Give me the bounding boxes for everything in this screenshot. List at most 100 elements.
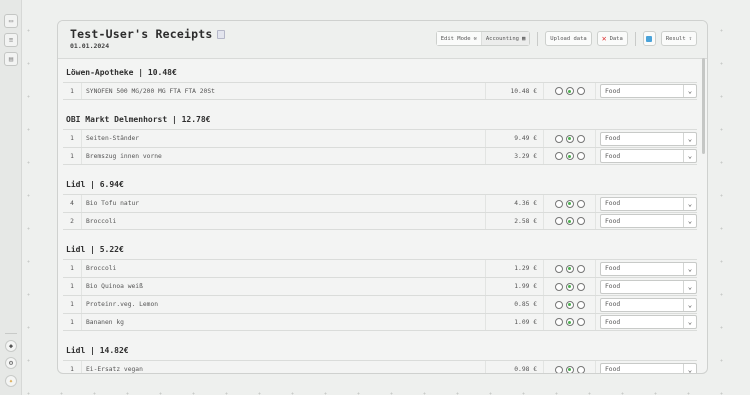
category-select[interactable]: Food ⌄: [600, 362, 697, 373]
receipt-list: Löwen-Apotheke | 10.48€ 1 SYNOFEN 500 MG…: [58, 60, 703, 373]
data-button[interactable]: ✕ Data: [596, 31, 628, 46]
chevron-down-icon: ⌄: [683, 197, 696, 210]
split-radio-right[interactable]: [576, 134, 585, 143]
edit-mode-button[interactable]: Edit Mode ⚒: [436, 32, 482, 45]
item-price: 3.29 €: [485, 148, 543, 164]
split-radio-right[interactable]: [576, 282, 585, 291]
receipt-item-row: 1 Bananen kg 1.09 € Food ⌄: [63, 313, 697, 331]
split-radio-left[interactable]: [554, 152, 563, 160]
calculator-icon: ▦: [521, 35, 526, 42]
item-price: 1.09 €: [485, 314, 543, 330]
list-icon[interactable]: ≡: [4, 33, 18, 47]
receipt-group-title: Lidl | 5.22€: [66, 245, 124, 254]
split-radio-left[interactable]: [554, 300, 563, 309]
split-radio-middle[interactable]: [565, 264, 574, 273]
receipt-group-title: Lidl | 14.82€: [66, 346, 129, 355]
chevron-down-icon: ⌄: [683, 363, 696, 373]
split-radio-left[interactable]: [554, 365, 563, 373]
category-select[interactable]: Food ⌄: [600, 196, 697, 211]
close-icon: ✕: [601, 34, 607, 43]
settings-icon[interactable]: ⚙: [5, 357, 17, 369]
tools-icon: ⚒: [473, 35, 477, 42]
receipt-group: Löwen-Apotheke | 10.48€ 1 SYNOFEN 500 MG…: [58, 60, 703, 100]
split-radio-middle[interactable]: [565, 282, 574, 291]
split-radio-left[interactable]: [554, 199, 563, 208]
split-radio-middle[interactable]: [565, 300, 574, 309]
split-radio-middle[interactable]: [565, 318, 574, 326]
split-radio-right[interactable]: [576, 365, 585, 373]
item-quantity: 1: [70, 366, 74, 373]
edit-title-icon[interactable]: [217, 30, 226, 39]
toolbar-divider: [537, 31, 539, 46]
diamond-icon[interactable]: ◆: [5, 340, 17, 352]
receipt-item-row: 1 Broccoli 1.29 € Food ⌄: [63, 259, 697, 277]
export-icon: ⇪: [688, 35, 692, 42]
item-quantity: 1: [70, 265, 74, 272]
split-radio-right[interactable]: [576, 217, 585, 225]
receipt-icon[interactable]: ▭: [4, 14, 18, 28]
left-rail: ▭ ≡ ▤ ◆ ⚙ ✦: [0, 0, 22, 395]
split-radio-left[interactable]: [554, 134, 563, 143]
upload-data-button[interactable]: Upload data: [545, 31, 592, 46]
chevron-down-icon: ⌄: [683, 85, 696, 97]
split-radio-right[interactable]: [576, 87, 585, 95]
item-split-options: [543, 361, 595, 373]
result-label: Result: [665, 35, 686, 42]
split-radio-right[interactable]: [576, 300, 585, 309]
chevron-down-icon: ⌄: [683, 316, 696, 328]
split-radio-middle[interactable]: [565, 365, 574, 373]
item-quantity: 1: [70, 152, 74, 160]
split-radio-right[interactable]: [576, 152, 585, 160]
category-select[interactable]: Food ⌄: [600, 131, 697, 146]
split-radio-left[interactable]: [554, 264, 563, 273]
category-select[interactable]: Food ⌄: [600, 84, 697, 98]
split-radio-right[interactable]: [576, 199, 585, 208]
split-radio-middle[interactable]: [565, 152, 574, 160]
receipt-group-title: Löwen-Apotheke | 10.48€: [66, 68, 177, 77]
accounting-label: Accounting: [485, 35, 519, 42]
item-price: 0.98 €: [485, 361, 543, 373]
item-name: Bio Quinoa weiß: [81, 278, 485, 295]
category-cell: Food ⌄: [595, 278, 697, 295]
page-title: Test-User's Receipts: [70, 27, 226, 41]
receipt-item-row: 1 Ei-Ersatz vegan 0.98 € Food ⌄: [63, 360, 697, 373]
split-radio-right[interactable]: [576, 264, 585, 273]
scrollbar[interactable]: [702, 58, 705, 154]
receipt-group: Lidl | 14.82€ 1 Ei-Ersatz vegan 0.98 € F…: [58, 338, 703, 373]
result-button[interactable]: Result ⇪: [660, 31, 697, 46]
category-value: Food: [605, 152, 621, 160]
chevron-down-icon: ⌄: [683, 215, 696, 227]
split-radio-middle[interactable]: [565, 199, 574, 208]
category-select[interactable]: Food ⌄: [600, 261, 697, 276]
split-radio-right[interactable]: [576, 318, 585, 326]
split-radio-left[interactable]: [554, 217, 563, 225]
chevron-down-icon: ⌄: [683, 280, 696, 293]
item-name: Bananen kg: [81, 314, 485, 330]
data-label: Data: [609, 35, 623, 42]
document-icon[interactable]: ▤: [4, 52, 18, 66]
square-icon[interactable]: [642, 31, 656, 46]
item-name: Ei-Ersatz vegan: [81, 361, 485, 373]
category-select[interactable]: Food ⌄: [600, 279, 697, 294]
category-select[interactable]: Food ⌄: [600, 315, 697, 329]
category-select[interactable]: Food ⌄: [600, 214, 697, 228]
receipt-item-row: 1 Seiten-Ständer 9.49 € Food ⌄: [63, 129, 697, 147]
compass-icon[interactable]: ✦: [5, 375, 17, 387]
category-value: Food: [605, 217, 621, 225]
receipt-group: Lidl | 5.22€ 1 Broccoli 1.29 € Food ⌄ 1 …: [58, 237, 703, 331]
accounting-button[interactable]: Accounting ▦: [481, 32, 530, 45]
item-split-options: [543, 130, 595, 147]
split-radio-middle[interactable]: [565, 217, 574, 225]
category-cell: Food ⌄: [595, 314, 697, 330]
split-radio-left[interactable]: [554, 87, 563, 95]
category-select[interactable]: Food ⌄: [600, 149, 697, 163]
split-radio-middle[interactable]: [565, 134, 574, 143]
split-radio-left[interactable]: [554, 318, 563, 326]
category-select[interactable]: Food ⌄: [600, 297, 697, 312]
split-radio-middle[interactable]: [565, 87, 574, 95]
item-name: SYNOFEN 500 MG/200 MG FTA FTA 20St: [81, 83, 485, 99]
split-radio-left[interactable]: [554, 282, 563, 291]
category-cell: Food ⌄: [595, 260, 697, 277]
item-price: 2.58 €: [485, 213, 543, 229]
item-price: 9.49 €: [485, 130, 543, 147]
